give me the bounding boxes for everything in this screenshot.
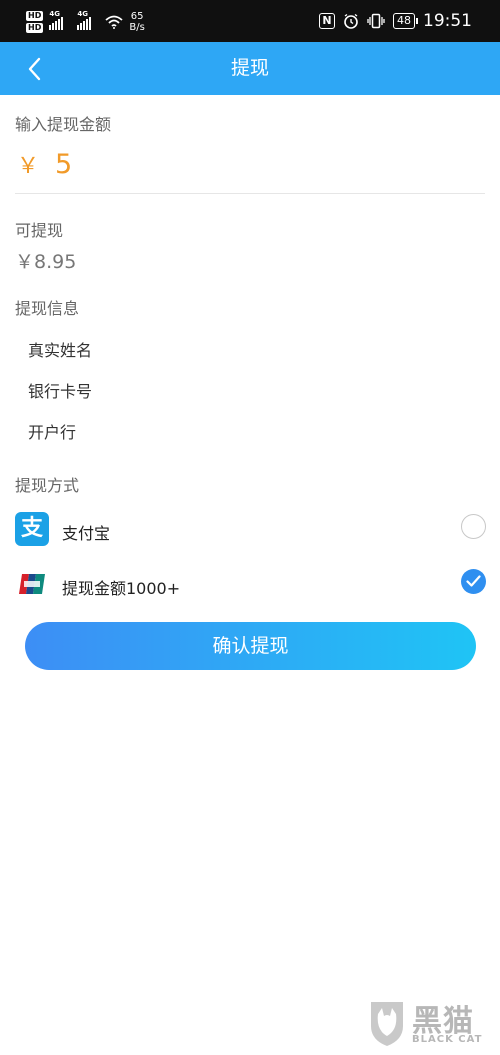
network-speed: 65 B/s	[129, 11, 144, 33]
divider	[15, 193, 485, 194]
battery-icon: 48	[393, 13, 418, 29]
available-amount: ￥8.95	[15, 251, 77, 273]
cat-shield-logo	[371, 1002, 403, 1046]
method-option-alipay[interactable]: 支 支付宝	[0, 508, 500, 552]
amount-value: 5	[55, 149, 73, 180]
amount-label: 输入提现金额	[15, 115, 112, 134]
speed-value: 65	[130, 11, 144, 22]
hd-badge: HD	[26, 23, 44, 33]
status-right: N 48 19:51	[319, 8, 472, 34]
signal-icon: 4G	[77, 10, 99, 30]
info-label: 提现信息	[15, 299, 80, 318]
check-icon	[466, 575, 481, 587]
hd-indicators: HD HD	[26, 11, 44, 33]
radio-unionpay[interactable]	[461, 569, 486, 594]
available-label: 可提现	[15, 221, 64, 240]
alarm-icon	[344, 13, 358, 29]
amount-input[interactable]: ￥ 5	[17, 148, 72, 188]
method-label-unionpay: 提现金额1000+	[62, 579, 181, 598]
network-type: 4G	[77, 10, 88, 18]
currency-symbol: ￥	[17, 154, 40, 179]
status-left: HD HD 4G 4G 65 B/s	[26, 7, 145, 37]
watermark: 黑猫 BLACK CAT	[368, 996, 486, 1052]
hd-badge: HD	[26, 11, 44, 21]
speed-unit: B/s	[129, 22, 145, 33]
unionpay-icon	[19, 574, 45, 594]
page-title: 提现	[230, 57, 269, 79]
clock: 19:51	[423, 11, 472, 31]
real-name-field[interactable]: 真实姓名	[28, 337, 92, 361]
nfc-icon: N	[319, 13, 335, 29]
back-button[interactable]	[22, 54, 50, 84]
status-bar: HD HD 4G 4G 65 B/s N 48 19:51	[0, 0, 500, 42]
confirm-withdraw-button[interactable]: 确认提现	[25, 622, 476, 670]
chevron-left-icon	[28, 57, 41, 81]
network-type: 4G	[49, 10, 60, 18]
bank-card-field[interactable]: 银行卡号	[28, 378, 92, 402]
watermark-subtext: BLACK CAT	[412, 1034, 483, 1045]
method-label: 提现方式	[15, 476, 80, 495]
header-bar: 提现	[0, 42, 500, 95]
vibrate-icon	[367, 13, 385, 29]
bank-branch-field[interactable]: 开户行	[28, 419, 76, 443]
signal-icon: 4G	[49, 10, 71, 30]
alipay-icon: 支	[15, 512, 49, 546]
method-label-alipay: 支付宝	[62, 524, 111, 543]
wifi-icon	[105, 15, 123, 29]
radio-alipay[interactable]	[461, 514, 486, 539]
method-option-unionpay[interactable]: 提现金额1000+	[0, 563, 500, 607]
